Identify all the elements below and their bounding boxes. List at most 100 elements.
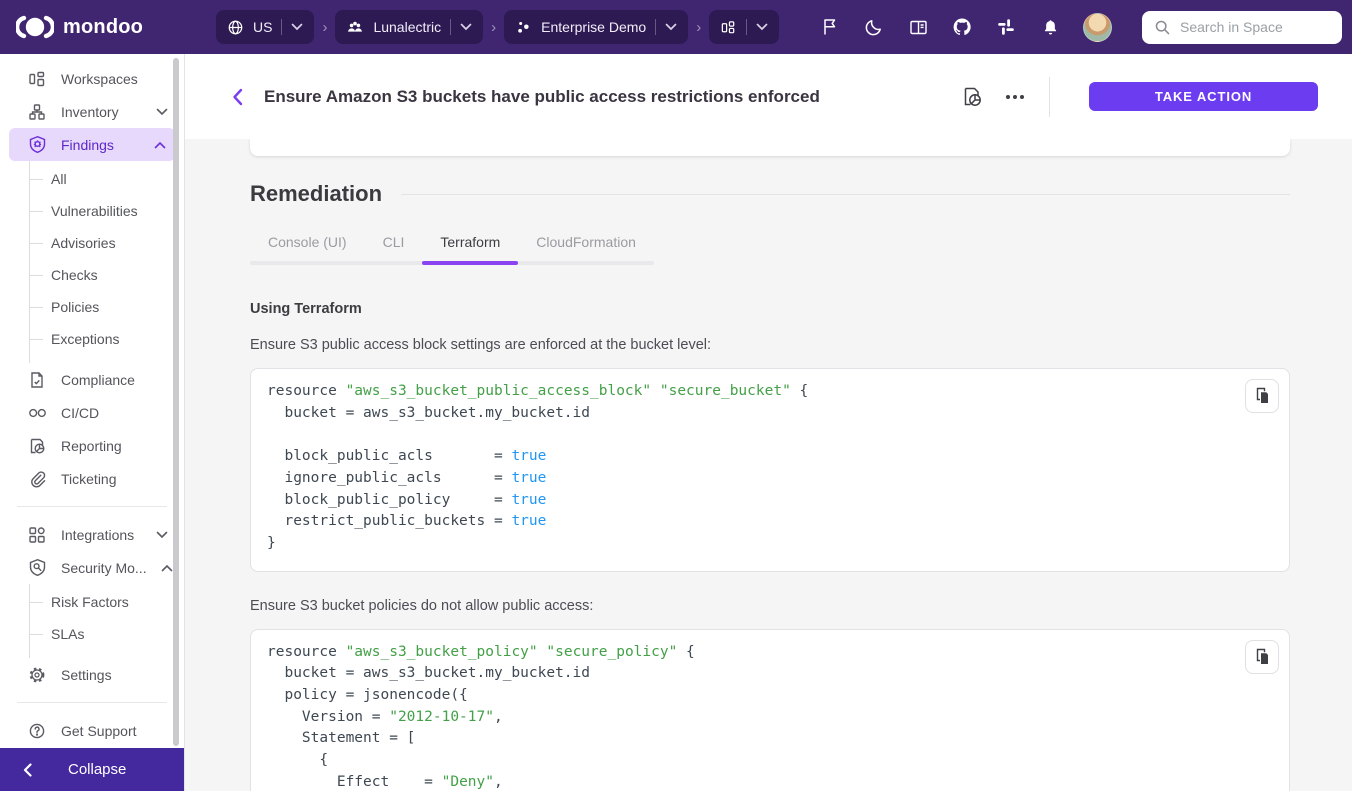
sidebar-item-label: Compliance — [61, 372, 135, 388]
sidebar-item-cicd[interactable]: CI/CD — [0, 396, 184, 429]
sidebar-nav: Workspaces Inventory — [0, 54, 184, 747]
pill-divider — [450, 19, 451, 35]
remediation-tabs: Console (UI) CLI Terraform CloudFormatio… — [250, 221, 654, 265]
sidebar-item-workspaces[interactable]: Workspaces — [0, 62, 184, 95]
sidebar-item-slas[interactable]: SLAs — [30, 618, 184, 650]
page-header: Ensure Amazon S3 buckets have public acc… — [185, 54, 1352, 139]
sidebar-item-label: Integrations — [61, 527, 134, 543]
sidebar-item-findings-all[interactable]: All — [30, 163, 184, 195]
tab-cloudformation[interactable]: CloudFormation — [518, 221, 654, 265]
flag-icon[interactable] — [819, 16, 841, 38]
page-header-actions: TAKE ACTION — [958, 77, 1318, 117]
chevron-down-icon[interactable] — [291, 23, 303, 31]
chevron-up-icon — [161, 564, 173, 572]
code-content: resource "aws_s3_bucket_public_access_bl… — [267, 381, 1273, 555]
ticketing-paperclip-icon — [27, 469, 47, 489]
cicd-infinity-icon — [27, 403, 47, 423]
sidebar-item-exceptions[interactable]: Exceptions — [30, 323, 184, 355]
back-button[interactable] — [224, 84, 250, 110]
ellipsis-icon — [1006, 95, 1024, 99]
sidebar-item-ticketing[interactable]: Ticketing — [0, 462, 184, 495]
search-input[interactable] — [1180, 19, 1320, 35]
code-content: resource "aws_s3_bucket_policy" "secure_… — [267, 642, 1273, 791]
pill-divider — [746, 19, 747, 35]
sidebar-item-label: Workspaces — [61, 71, 138, 87]
breadcrumb-workspace-pill[interactable] — [709, 10, 779, 44]
sidebar-collapse-button[interactable]: Collapse — [0, 748, 184, 791]
breadcrumb-organization-pill[interactable]: Lunalectric — [335, 10, 483, 44]
sidebar-item-advisories[interactable]: Advisories — [30, 227, 184, 259]
workspaces-icon — [27, 69, 47, 89]
tab-terraform[interactable]: Terraform — [422, 221, 518, 265]
space-icon — [515, 19, 532, 36]
copy-code-button[interactable] — [1245, 640, 1279, 674]
globe-icon — [227, 19, 244, 36]
help-question-icon — [27, 721, 47, 741]
previous-card-bottom — [250, 139, 1290, 156]
terraform-code-block-1: resource "aws_s3_bucket_public_access_bl… — [250, 368, 1290, 572]
sidebar-item-label: Inventory — [61, 104, 119, 120]
inventory-icon — [27, 102, 47, 122]
sidebar-item-label: Policies — [51, 299, 99, 315]
chevron-down-icon[interactable] — [460, 23, 472, 31]
sidebar-item-compliance[interactable]: Compliance — [0, 363, 184, 396]
copy-icon — [1254, 387, 1271, 405]
pill-divider — [281, 19, 282, 35]
space-search — [1142, 11, 1342, 44]
sidebar-item-settings[interactable]: Settings — [0, 658, 184, 691]
sidebar-item-inventory[interactable]: Inventory — [0, 95, 184, 128]
copy-code-button[interactable] — [1245, 379, 1279, 413]
chevron-down-icon[interactable] — [665, 23, 677, 31]
security-model-subnav: Risk Factors SLAs — [29, 584, 184, 658]
collapse-label: Collapse — [68, 761, 126, 778]
mondoo-logo[interactable]: mondoo — [16, 15, 216, 39]
sidebar-item-vulnerabilities[interactable]: Vulnerabilities — [30, 195, 184, 227]
user-avatar[interactable] — [1083, 13, 1112, 42]
remediation-section-head: Remediation — [250, 181, 1290, 207]
notifications-bell-icon[interactable] — [1039, 16, 1061, 38]
sidebar-item-findings[interactable]: Findings — [9, 128, 175, 161]
github-icon[interactable] — [951, 16, 973, 38]
breadcrumb-space-pill[interactable]: Enterprise Demo — [504, 10, 688, 44]
tab-cli[interactable]: CLI — [365, 221, 423, 265]
sidebar-item-risk-factors[interactable]: Risk Factors — [30, 586, 184, 618]
sidebar-item-reporting[interactable]: Reporting — [0, 429, 184, 462]
copy-icon — [1254, 648, 1271, 666]
remediation-paragraph-1: Ensure S3 public access block settings a… — [250, 337, 1290, 353]
breadcrumb-space-label: Enterprise Demo — [541, 19, 646, 35]
sidebar-scrollbar[interactable] — [173, 58, 179, 746]
sidebar-item-get-support[interactable]: Get Support — [0, 714, 184, 747]
chevron-down-icon — [156, 108, 168, 116]
breadcrumb-separator: › — [491, 20, 496, 35]
sidebar-item-integrations[interactable]: Integrations — [0, 518, 184, 551]
sidebar-item-label: Vulnerabilities — [51, 203, 138, 219]
policy-report-icon[interactable] — [958, 83, 986, 111]
breadcrumb-separator: › — [696, 20, 701, 35]
security-model-shield-icon — [27, 558, 47, 578]
docs-book-icon[interactable] — [907, 16, 929, 38]
sidebar-item-label: SLAs — [51, 626, 84, 642]
tab-console-ui[interactable]: Console (UI) — [250, 221, 365, 265]
more-options-button[interactable] — [1001, 83, 1029, 111]
remediation-paragraph-2: Ensure S3 bucket policies do not allow p… — [250, 598, 1290, 614]
sidebar-item-policies[interactable]: Policies — [30, 291, 184, 323]
findings-shield-bug-icon — [27, 135, 47, 155]
header-divider — [1049, 77, 1050, 117]
take-action-button[interactable]: TAKE ACTION — [1089, 82, 1318, 111]
reporting-icon — [27, 436, 47, 456]
slack-icon[interactable] — [995, 16, 1017, 38]
moon-icon[interactable] — [863, 16, 885, 38]
section-title: Remediation — [250, 181, 382, 207]
breadcrumb-organization-label: Lunalectric — [373, 19, 441, 35]
breadcrumb-region-pill[interactable]: US — [216, 10, 314, 44]
chevron-left-icon — [23, 763, 32, 777]
sidebar-divider — [17, 506, 167, 507]
sidebar-item-checks[interactable]: Checks — [30, 259, 184, 291]
chevron-down-icon[interactable] — [756, 23, 768, 31]
sidebar-item-security-model[interactable]: Security Mo... — [0, 551, 184, 584]
topbar: mondoo US › — [0, 0, 1352, 54]
sidebar-item-label: Security Mo... — [61, 560, 147, 576]
app-window: mondoo US › — [0, 0, 1352, 791]
findings-subnav: All Vulnerabilities Advisories Checks Po… — [29, 161, 184, 363]
content-scroll-area[interactable]: Remediation Console (UI) CLI Terraform C… — [185, 139, 1352, 791]
